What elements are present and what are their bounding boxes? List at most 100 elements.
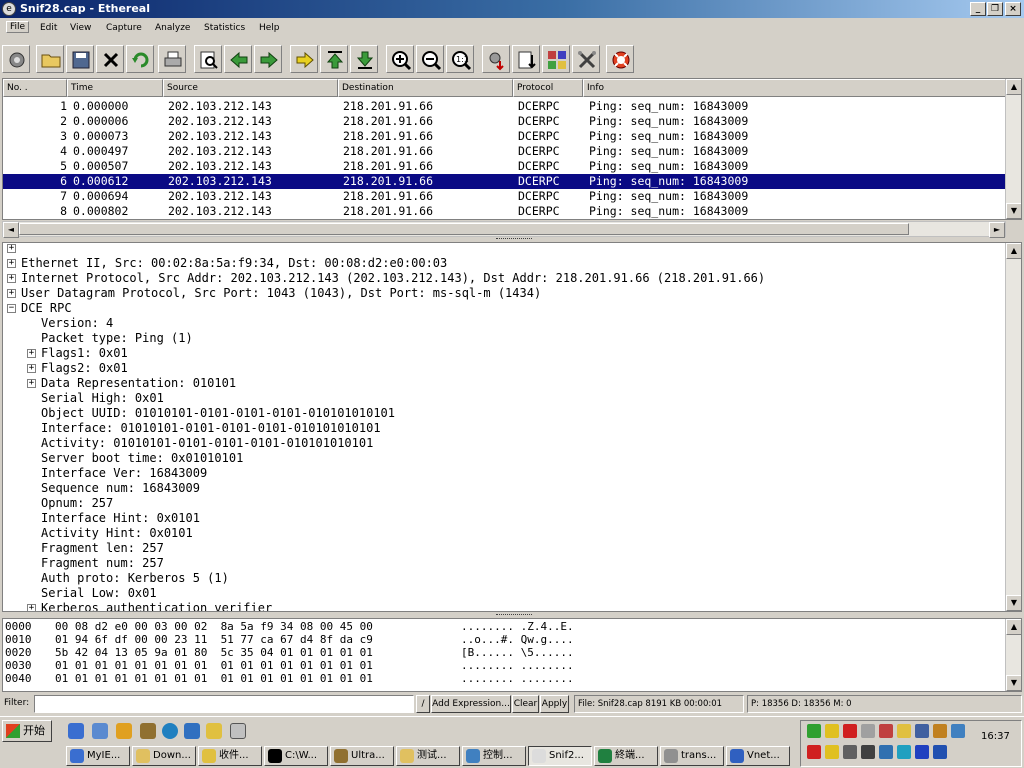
expand-icon[interactable]: +: [7, 259, 16, 268]
taskbar-button[interactable]: Vnet...: [726, 746, 790, 766]
open-folder-icon[interactable]: [36, 45, 64, 73]
help-lifebuoy-icon[interactable]: [606, 45, 634, 73]
detail-scrollbar[interactable]: ▲ ▼: [1005, 243, 1021, 611]
taskbar-button[interactable]: Down...: [132, 746, 196, 766]
tray-volume-icon[interactable]: [861, 724, 875, 738]
add-expression-button[interactable]: Add Expression...: [431, 695, 511, 713]
menu-statistics[interactable]: Statistics: [204, 23, 245, 33]
tray-hourglass-icon[interactable]: [933, 724, 947, 738]
print-icon[interactable]: [158, 45, 186, 73]
quicklaunch-media-icon[interactable]: [162, 723, 178, 739]
taskbar-button[interactable]: Ultra...: [330, 746, 394, 766]
apply-button[interactable]: Apply: [540, 695, 569, 713]
detail-tree-item[interactable]: Sequence num: 16843009: [41, 481, 1021, 496]
packet-list-hscrollbar[interactable]: ◄ ►: [2, 221, 1006, 238]
capture-filter-icon[interactable]: [482, 45, 510, 73]
detail-tree-item[interactable]: Auth proto: Kerberos 5 (1): [41, 571, 1021, 586]
start-button[interactable]: 开始: [2, 720, 52, 742]
detail-tree-item[interactable]: Activity: 01010101-0101-0101-0101-010101…: [41, 436, 1021, 451]
column-header-info[interactable]: Info: [583, 79, 1007, 97]
forward-arrow-icon[interactable]: [254, 45, 282, 73]
back-arrow-icon[interactable]: [224, 45, 252, 73]
goto-packet-icon[interactable]: [290, 45, 318, 73]
tray-app-icon[interactable]: [951, 724, 965, 738]
preferences-icon[interactable]: [572, 45, 600, 73]
detail-tree-item[interactable]: Object UUID: 01010101-0101-0101-0101-010…: [41, 406, 1021, 421]
detail-tree-item[interactable]: Internet Protocol, Src Addr: 202.103.212…: [21, 271, 1021, 286]
detail-tree-item[interactable]: Opnum: 257: [41, 496, 1021, 511]
scroll-right-arrow[interactable]: ►: [989, 222, 1005, 238]
taskbar-button[interactable]: 終端...: [594, 746, 658, 766]
zoom-in-icon[interactable]: [386, 45, 414, 73]
scroll-down-arrow[interactable]: ▼: [1006, 203, 1021, 219]
quicklaunch-ultraedit-icon[interactable]: [140, 723, 156, 739]
detail-tree-item[interactable]: DCE RPC: [21, 301, 1021, 316]
taskbar-button[interactable]: trans...: [660, 746, 724, 766]
taskbar-button[interactable]: Snif2...: [528, 746, 592, 766]
menu-capture[interactable]: Capture: [106, 23, 142, 33]
packet-row[interactable]: 4 0.000497 202.103.212.143 218.201.91.66 DCE…: [3, 144, 1005, 159]
tray-pen-icon[interactable]: [825, 724, 839, 738]
collapse-icon[interactable]: −: [7, 304, 16, 313]
menu-analyze[interactable]: Analyze: [155, 23, 190, 33]
taskbar-button[interactable]: MyIE...: [66, 746, 130, 766]
save-icon[interactable]: [66, 45, 94, 73]
scroll-up-arrow[interactable]: ▲: [1006, 619, 1021, 635]
interfaces-icon[interactable]: [2, 45, 30, 73]
detail-tree-item[interactable]: [21, 243, 1021, 256]
tray-mail-icon[interactable]: [861, 745, 875, 759]
first-packet-icon[interactable]: [320, 45, 348, 73]
clock[interactable]: 16:37: [981, 731, 1010, 742]
tray-network-icon[interactable]: [807, 724, 821, 738]
tray-shield-icon[interactable]: [897, 745, 911, 759]
taskbar-button[interactable]: 收件...: [198, 746, 262, 766]
detail-tree-item[interactable]: Fragment len: 257: [41, 541, 1021, 556]
quicklaunch-desktop-icon[interactable]: [230, 723, 246, 739]
tray-printer-icon[interactable]: [843, 745, 857, 759]
column-header-destination[interactable]: Destination: [338, 79, 513, 97]
packet-row[interactable]: 8 0.000802 202.103.212.143 218.201.91.66 DCE…: [3, 204, 1005, 219]
packet-row[interactable]: 2 0.000006 202.103.212.143 218.201.91.66 DCE…: [3, 114, 1005, 129]
tray-monitor-icon[interactable]: [879, 745, 893, 759]
detail-tree-item[interactable]: Kerberos authentication verifier: [41, 601, 1021, 611]
detail-tree-item[interactable]: Activity Hint: 0x0101: [41, 526, 1021, 541]
packet-row[interactable]: 7 0.000694 202.103.212.143 218.201.91.66 DCE…: [3, 189, 1005, 204]
scroll-left-arrow[interactable]: ◄: [3, 222, 19, 238]
detail-tree-item[interactable]: Server boot time: 0x01010101: [41, 451, 1021, 466]
coloring-rules-icon[interactable]: [542, 45, 570, 73]
detail-tree-item[interactable]: Fragment num: 257: [41, 556, 1021, 571]
hscroll-thumb[interactable]: [19, 223, 909, 235]
tray-ime-cn-icon[interactable]: [807, 745, 821, 759]
expand-icon[interactable]: +: [27, 349, 36, 358]
menu-edit[interactable]: Edit: [40, 23, 57, 33]
filter-slash-button[interactable]: /: [416, 695, 430, 713]
detail-tree-item[interactable]: Data Representation: 010101: [41, 376, 1021, 391]
expand-icon[interactable]: +: [7, 289, 16, 298]
expand-icon[interactable]: +: [27, 379, 36, 388]
packet-row[interactable]: 3 0.000073 202.103.212.143 218.201.91.66 DCE…: [3, 129, 1005, 144]
tray-tool-icon[interactable]: [897, 724, 911, 738]
packet-detail-pane[interactable]: + + Ethernet II, Src: 00:02:8a:5a:f9:34, D…: [2, 242, 1022, 612]
display-filter-icon[interactable]: [512, 45, 540, 73]
detail-tree-item[interactable]: Interface Hint: 0x0101: [41, 511, 1021, 526]
taskbar-button[interactable]: 控制...: [462, 746, 526, 766]
packet-list-pane[interactable]: No. . Time Source Destination Protocol I…: [2, 78, 1022, 220]
column-header-protocol[interactable]: Protocol: [513, 79, 583, 97]
zoom-normal-icon[interactable]: 1:1: [446, 45, 474, 73]
packet-row[interactable]: 6 0.000612 202.103.212.143 218.201.91.66 DCE…: [3, 174, 1005, 189]
ethereal-app-icon[interactable]: e: [2, 2, 16, 16]
detail-tree-item[interactable]: Ethernet II, Src: 00:02:8a:5a:f9:34, Dst…: [21, 256, 1021, 271]
expand-icon[interactable]: +: [27, 364, 36, 373]
detail-tree-item[interactable]: Version: 4: [41, 316, 1021, 331]
packet-row[interactable]: 1 0.000000 202.103.212.143 218.201.91.66 DCE…: [3, 99, 1005, 114]
packet-list-scrollbar[interactable]: ▲ ▼: [1005, 79, 1021, 219]
minimize-button[interactable]: _: [970, 2, 986, 16]
column-header-no[interactable]: No. .: [3, 79, 67, 97]
column-header-time[interactable]: Time: [67, 79, 163, 97]
close-x-icon[interactable]: [96, 45, 124, 73]
tray-users-icon[interactable]: [915, 724, 929, 738]
detail-tree-item[interactable]: Interface Ver: 16843009: [41, 466, 1021, 481]
detail-tree-item[interactable]: Interface: 01010101-0101-0101-0101-01010…: [41, 421, 1021, 436]
quicklaunch-explorer-icon[interactable]: [92, 723, 108, 739]
detail-tree-item[interactable]: Serial Low: 0x01: [41, 586, 1021, 601]
